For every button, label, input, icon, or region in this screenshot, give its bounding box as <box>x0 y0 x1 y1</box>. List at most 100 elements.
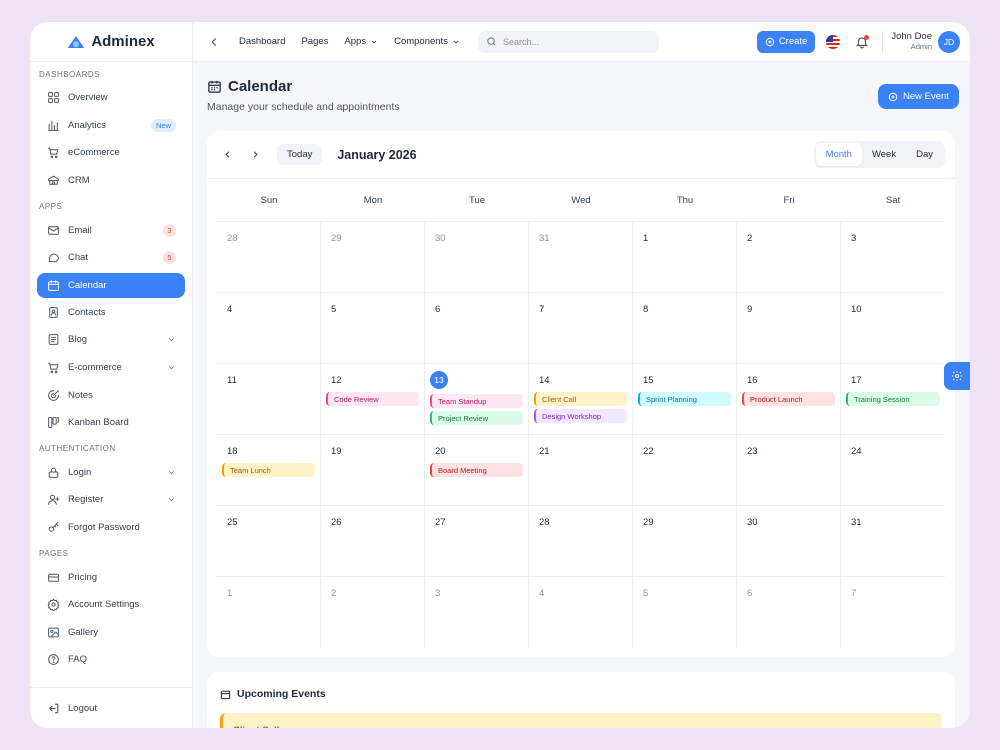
day-cell[interactable]: 6 <box>737 577 841 648</box>
day-cell[interactable]: 1 <box>633 222 737 292</box>
sidebar-item-gallery[interactable]: Gallery <box>37 619 185 647</box>
new-event-button[interactable]: New Event <box>878 84 959 109</box>
search-box[interactable] <box>477 30 659 53</box>
sidebar-item-account-settings[interactable]: Account Settings <box>37 591 185 619</box>
day-cell[interactable]: 29 <box>633 506 737 576</box>
day-cell[interactable]: 4 <box>217 293 321 363</box>
day-number: 8 <box>643 303 649 315</box>
calendar-event[interactable]: Design Workshop <box>534 409 627 423</box>
day-cell[interactable]: 25 <box>217 506 321 576</box>
notes-icon <box>47 389 60 402</box>
sidebar-item-faq[interactable]: FAQ <box>37 646 185 674</box>
create-button[interactable]: Create <box>756 30 816 53</box>
day-cell[interactable]: 28 <box>529 506 633 576</box>
day-cell[interactable]: 11 <box>217 364 321 434</box>
settings-fab[interactable] <box>944 362 970 390</box>
day-number: 30 <box>435 232 446 244</box>
sidebar-item-crm[interactable]: CRM <box>37 167 185 195</box>
day-cell[interactable]: 15 Sprint Planning <box>633 364 737 434</box>
day-cell[interactable]: 22 <box>633 435 737 505</box>
sidebar-item-contacts[interactable]: Contacts <box>37 299 185 327</box>
day-cell[interactable]: 19 <box>321 435 425 505</box>
notification-bell-icon[interactable] <box>855 34 870 49</box>
user-info[interactable]: John Doe Admin <box>891 31 932 51</box>
day-cell[interactable]: 3 <box>425 577 529 648</box>
sidebar-item-e-commerce[interactable]: E-commerce <box>37 354 185 382</box>
day-cell[interactable]: 5 <box>633 577 737 648</box>
day-cell[interactable]: 12 Code Review <box>321 364 425 434</box>
day-cell[interactable]: 13 Team Standup Project Review <box>425 364 529 434</box>
sidebar-item-pricing[interactable]: Pricing <box>37 563 185 591</box>
day-cell[interactable]: 24 <box>841 435 945 505</box>
us-flag-icon[interactable] <box>826 34 841 49</box>
next-month-button[interactable] <box>245 145 265 165</box>
sidebar-item-register[interactable]: Register <box>37 486 185 514</box>
calendar-event[interactable]: Team Lunch <box>222 463 315 477</box>
today-button[interactable]: Today <box>277 144 323 165</box>
day-number: 22 <box>643 445 654 457</box>
search-input[interactable] <box>502 36 643 47</box>
sidebar-item-email[interactable]: Email 3 <box>37 216 185 244</box>
top-nav-apps[interactable]: Apps <box>344 36 378 47</box>
day-cell[interactable]: 1 <box>217 577 321 648</box>
day-cell[interactable]: 30 <box>737 506 841 576</box>
avatar[interactable]: JD <box>938 30 960 53</box>
day-cell[interactable]: 17 Training Session <box>841 364 945 434</box>
view-month-button[interactable]: Month <box>815 143 862 166</box>
logout-button[interactable]: Logout <box>30 687 192 728</box>
day-cell[interactable]: 16 Product Launch <box>737 364 841 434</box>
day-cell[interactable]: 31 <box>529 222 633 292</box>
day-cell[interactable]: 27 <box>425 506 529 576</box>
sidebar-item-overview[interactable]: Overview <box>37 84 185 112</box>
day-cell[interactable]: 9 <box>737 293 841 363</box>
day-cell[interactable]: 6 <box>425 293 529 363</box>
top-nav-components[interactable]: Components <box>394 36 460 47</box>
top-nav-pages[interactable]: Pages <box>301 36 328 47</box>
day-cell[interactable]: 2 <box>321 577 425 648</box>
day-cell[interactable]: 18 Team Lunch <box>217 435 321 505</box>
calendar-event[interactable]: Training Session <box>846 392 940 406</box>
plus-circle-icon <box>765 37 775 46</box>
collapse-sidebar-icon[interactable] <box>207 35 221 49</box>
calendar-event[interactable]: Client Call <box>534 392 627 406</box>
day-cell[interactable]: 10 <box>841 293 945 363</box>
day-cell[interactable]: 7 <box>529 293 633 363</box>
day-cell[interactable]: 28 <box>217 222 321 292</box>
top-nav-dashboard[interactable]: Dashboard <box>239 36 285 47</box>
calendar-event[interactable]: Sprint Planning <box>638 392 731 406</box>
sidebar-item-calendar[interactable]: Calendar <box>37 272 185 298</box>
day-cell[interactable]: 7 <box>841 577 945 648</box>
day-cell[interactable]: 31 <box>841 506 945 576</box>
upcoming-event-item[interactable]: Client Call <box>220 713 942 728</box>
calendar-event[interactable]: Code Review <box>326 392 419 406</box>
day-cell[interactable]: 4 <box>529 577 633 648</box>
sidebar-item-ecommerce[interactable]: eCommerce <box>37 139 185 167</box>
day-cell[interactable]: 14 Client Call Design Workshop <box>529 364 633 434</box>
day-cell[interactable]: 5 <box>321 293 425 363</box>
sidebar-item-kanban-board[interactable]: Kanban Board <box>37 409 185 437</box>
sidebar-item-analytics[interactable]: Analytics New <box>37 112 185 140</box>
user-role: Admin <box>910 41 932 51</box>
day-cell[interactable]: 20 Board Meeting <box>425 435 529 505</box>
day-cell[interactable]: 23 <box>737 435 841 505</box>
day-cell[interactable]: 3 <box>841 222 945 292</box>
calendar-event[interactable]: Product Launch <box>742 392 835 406</box>
view-week-button[interactable]: Week <box>862 143 906 166</box>
sidebar-item-blog[interactable]: Blog <box>37 326 185 354</box>
brand[interactable]: Adminex <box>30 22 192 62</box>
view-day-button[interactable]: Day <box>906 143 943 166</box>
sidebar-item-chat[interactable]: Chat 5 <box>37 244 185 272</box>
sidebar-item-login[interactable]: Login <box>37 459 185 487</box>
sidebar-item-notes[interactable]: Notes <box>37 381 185 409</box>
calendar-event[interactable]: Project Review <box>430 411 523 425</box>
day-cell[interactable]: 21 <box>529 435 633 505</box>
day-cell[interactable]: 29 <box>321 222 425 292</box>
day-cell[interactable]: 2 <box>737 222 841 292</box>
day-cell[interactable]: 8 <box>633 293 737 363</box>
calendar-event[interactable]: Team Standup <box>430 394 523 408</box>
prev-month-button[interactable] <box>217 145 237 165</box>
sidebar-item-forgot-password[interactable]: Forgot Password <box>37 514 185 542</box>
day-cell[interactable]: 26 <box>321 506 425 576</box>
calendar-event[interactable]: Board Meeting <box>430 463 523 477</box>
day-cell[interactable]: 30 <box>425 222 529 292</box>
